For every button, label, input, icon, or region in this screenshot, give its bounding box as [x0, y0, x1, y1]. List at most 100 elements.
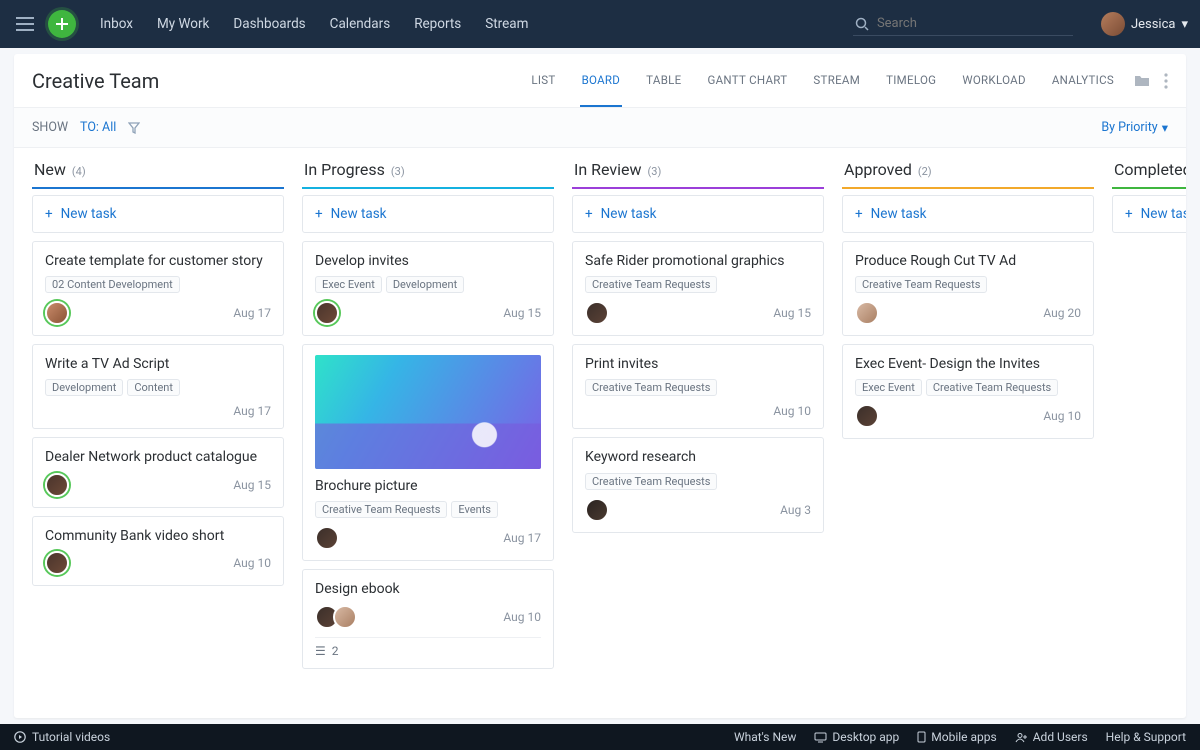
card-tags: DevelopmentContent — [45, 379, 271, 396]
tab-stream[interactable]: STREAM — [811, 55, 862, 107]
card-title: Exec Event- Design the Invites — [855, 355, 1081, 373]
task-card[interactable]: Produce Rough Cut TV AdCreative Team Req… — [842, 241, 1094, 336]
tab-board[interactable]: BOARD — [580, 55, 623, 107]
avatar[interactable] — [333, 605, 357, 629]
filter-to[interactable]: TO: All — [80, 120, 116, 135]
task-card[interactable]: Keyword researchCreative Team RequestsAu… — [572, 437, 824, 532]
chevron-down-icon: ▾ — [1181, 17, 1188, 32]
task-card[interactable]: Create template for customer story 02 Con… — [32, 241, 284, 336]
avatar[interactable] — [855, 301, 879, 325]
tag[interactable]: Development — [45, 379, 123, 396]
tag[interactable]: Creative Team Requests — [926, 379, 1058, 396]
tag[interactable]: Exec Event — [855, 379, 922, 396]
caret-down-icon: ▾ — [1162, 120, 1168, 136]
avatar[interactable] — [315, 301, 339, 325]
nav-my-work[interactable]: My Work — [157, 16, 209, 32]
tab-gantt-chart[interactable]: GANTT CHART — [706, 55, 790, 107]
assignees — [855, 404, 873, 428]
nav-reports[interactable]: Reports — [414, 16, 461, 32]
tag[interactable]: Creative Team Requests — [585, 276, 717, 293]
plus-icon: + — [315, 206, 323, 222]
subtasks-indicator[interactable]: ☰ 2 — [315, 637, 541, 658]
task-card[interactable]: Print invitesCreative Team RequestsAug 1… — [572, 344, 824, 429]
card-title: Write a TV Ad Script — [45, 355, 271, 373]
avatar[interactable] — [45, 301, 69, 325]
tag[interactable]: 02 Content Development — [45, 276, 180, 293]
tab-workload[interactable]: WORKLOAD — [960, 55, 1028, 107]
task-card[interactable]: Brochure pictureCreative Team RequestsEv… — [302, 344, 554, 561]
task-card[interactable]: Dealer Network product catalogueAug 15 — [32, 437, 284, 507]
task-card[interactable]: Design ebookAug 10☰ 2 — [302, 569, 554, 668]
assignees — [315, 301, 333, 325]
new-task-button[interactable]: +New task — [32, 195, 284, 233]
assignees — [45, 551, 63, 575]
task-card[interactable]: Develop invitesExec EventDevelopmentAug … — [302, 241, 554, 336]
assignees — [585, 301, 603, 325]
tag[interactable]: Creative Team Requests — [315, 501, 447, 518]
card-title: Print invites — [585, 355, 811, 373]
footer-link-what-s-new[interactable]: What's New — [734, 730, 796, 744]
footer-link-add-users[interactable]: Add Users — [1015, 730, 1088, 744]
nav-stream[interactable]: Stream — [485, 16, 528, 32]
new-task-button[interactable]: +New task — [842, 195, 1094, 233]
filter-icon[interactable] — [128, 122, 140, 134]
avatar[interactable] — [45, 473, 69, 497]
nav-dashboards[interactable]: Dashboards — [233, 16, 305, 32]
folder-icon[interactable] — [1134, 73, 1150, 89]
footer-link-mobile-apps[interactable]: Mobile apps — [917, 730, 996, 744]
tag[interactable]: Events — [451, 501, 498, 518]
card-title: Safe Rider promotional graphics — [585, 252, 811, 270]
column-title: New — [34, 160, 66, 179]
menu-icon[interactable] — [12, 13, 38, 35]
search-field[interactable] — [853, 12, 1073, 36]
column-accent — [302, 187, 554, 189]
play-icon — [14, 731, 26, 743]
footer-link-desktop-app[interactable]: Desktop app — [814, 730, 899, 744]
tag[interactable]: Exec Event — [315, 276, 382, 293]
column-title: Completed — [1114, 160, 1186, 179]
list-icon: ☰ — [315, 644, 326, 658]
search-input[interactable] — [877, 16, 1071, 31]
avatar[interactable] — [315, 526, 339, 550]
tab-analytics[interactable]: ANALYTICS — [1050, 55, 1116, 107]
task-card[interactable]: Exec Event- Design the Invites Exec Event… — [842, 344, 1094, 439]
nav-calendars[interactable]: Calendars — [330, 16, 391, 32]
avatar[interactable] — [585, 301, 609, 325]
column-accent — [32, 187, 284, 189]
plus-icon: + — [585, 206, 593, 222]
due-date: Aug 20 — [1043, 306, 1081, 320]
sort-dropdown[interactable]: By Priority ▾ — [1101, 120, 1168, 136]
new-task-button[interactable]: +New task — [1112, 195, 1186, 233]
due-date: Aug 10 — [233, 556, 271, 570]
task-card[interactable]: Write a TV Ad ScriptDevelopmentContentAu… — [32, 344, 284, 429]
nav-inbox[interactable]: Inbox — [100, 16, 133, 32]
show-label: SHOW — [32, 120, 68, 135]
new-button[interactable] — [48, 10, 76, 38]
task-card[interactable]: Community Bank video shortAug 10 — [32, 516, 284, 586]
new-task-button[interactable]: +New task — [302, 195, 554, 233]
tab-timelog[interactable]: TIMELOG — [884, 55, 938, 107]
user-menu[interactable]: Jessica ▾ — [1101, 12, 1188, 36]
tag[interactable]: Creative Team Requests — [585, 473, 717, 490]
column-review: In Review(3)+New taskSafe Rider promotio… — [572, 154, 824, 700]
task-card[interactable]: Safe Rider promotional graphics Creative … — [572, 241, 824, 336]
more-icon[interactable] — [1164, 73, 1168, 89]
tag[interactable]: Development — [386, 276, 464, 293]
tutorial-link[interactable]: Tutorial videos — [14, 730, 110, 744]
avatar[interactable] — [45, 551, 69, 575]
new-task-button[interactable]: +New task — [572, 195, 824, 233]
tag[interactable]: Creative Team Requests — [585, 379, 717, 396]
due-date: Aug 15 — [503, 306, 541, 320]
tag[interactable]: Creative Team Requests — [855, 276, 987, 293]
tab-list[interactable]: LIST — [529, 55, 557, 107]
avatar[interactable] — [585, 498, 609, 522]
tag[interactable]: Content — [127, 379, 180, 396]
column-approved: Approved(2)+New taskProduce Rough Cut TV… — [842, 154, 1094, 700]
avatar[interactable] — [855, 404, 879, 428]
card-tags: Creative Team Requests — [585, 473, 811, 490]
card-title: Create template for customer story — [45, 252, 271, 270]
view-tabs: LIST BOARD TABLE GANTT CHART STREAM TIMELOG WO… — [529, 55, 1116, 107]
column-accent — [842, 187, 1094, 189]
tab-table[interactable]: TABLE — [644, 55, 683, 107]
footer-link-help-support[interactable]: Help & Support — [1106, 730, 1186, 744]
